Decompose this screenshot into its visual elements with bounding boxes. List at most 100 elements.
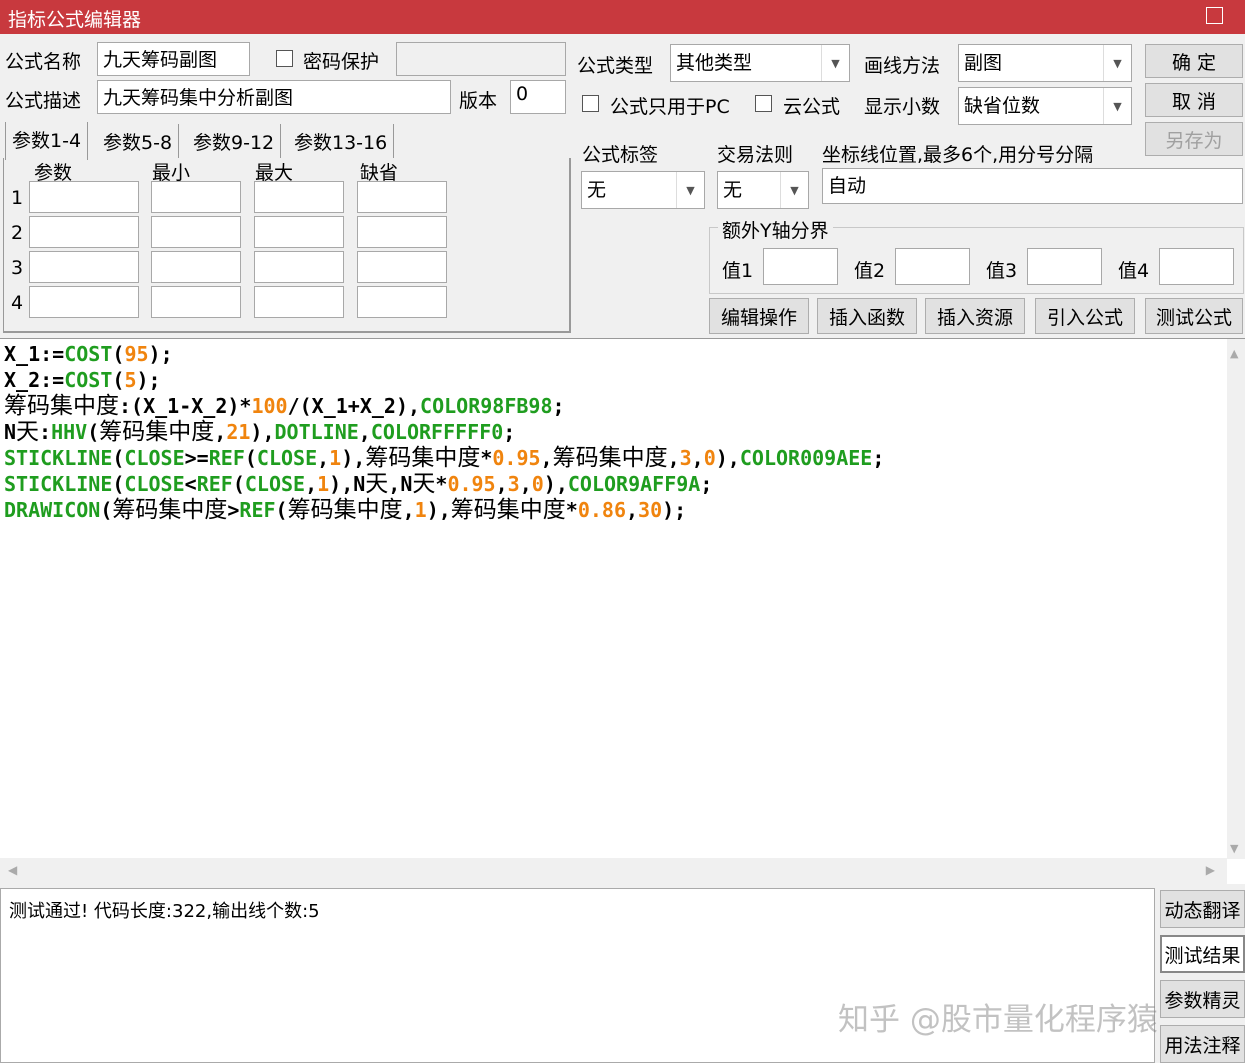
code-line: 筹码集中度:(X_1-X_2)*100/(X_1+X_2),COLOR98FB9… [4, 393, 884, 419]
code-token: , [667, 446, 680, 470]
axis-input[interactable]: 自动 [822, 168, 1243, 204]
code-token: >= [184, 446, 209, 470]
param-input[interactable] [357, 181, 447, 213]
code-token: 1 [329, 446, 342, 470]
arrow-down-icon[interactable]: ▼ [1230, 842, 1238, 855]
cloud-label: 云公式 [783, 96, 841, 118]
save-as-button[interactable]: 另存为 [1145, 122, 1243, 156]
import-formula-button[interactable]: 引入公式 [1035, 298, 1135, 334]
code-token: ), [341, 446, 366, 470]
param-input[interactable] [254, 216, 344, 248]
param-input[interactable] [151, 181, 241, 213]
chevron-down-icon: ▼ [676, 172, 704, 208]
cloud-checkbox[interactable] [755, 95, 772, 112]
code-token: CLOSE [124, 472, 185, 496]
horizontal-scrollbar[interactable]: ◀ ▶ [0, 858, 1227, 884]
param-input[interactable] [357, 286, 447, 318]
code-token: 0.86 [577, 498, 626, 522]
code-token: , [495, 472, 508, 496]
pc-only-checkbox[interactable] [582, 95, 599, 112]
code-token: REF [239, 498, 276, 522]
dynamic-translate-button[interactable]: 动态翻译 [1160, 890, 1245, 928]
draw-select[interactable]: 副图 ▼ [958, 44, 1132, 82]
param-input[interactable] [254, 286, 344, 318]
name-input[interactable]: 九天筹码副图 [97, 42, 250, 76]
test-result-button[interactable]: 测试结果 [1160, 935, 1245, 973]
code-token: COLOR98FB98 [420, 394, 553, 418]
code-line: STICKLINE(CLOSE<REF(CLOSE,1),N天,N天*0.95,… [4, 471, 884, 497]
yaxis-value-input[interactable] [895, 248, 970, 285]
version-label: 版本 [459, 90, 498, 112]
type-select[interactable]: 其他类型 ▼ [670, 44, 850, 82]
ok-button[interactable]: 确 定 [1145, 44, 1243, 78]
insert-function-button[interactable]: 插入函数 [817, 298, 917, 334]
draw-value: 副图 [964, 52, 1003, 74]
chevron-down-icon: ▼ [780, 172, 808, 208]
maximize-button[interactable] [1206, 7, 1223, 24]
code-token: COST [64, 368, 113, 392]
param-input[interactable] [151, 216, 241, 248]
password-label: 密码保护 [303, 51, 380, 73]
code-token: * [435, 472, 448, 496]
code-token: ), [250, 420, 275, 444]
tab-params-9-12[interactable]: 参数9-12 [187, 124, 282, 158]
param-input[interactable] [29, 251, 139, 283]
param-input[interactable] [254, 251, 344, 283]
arrow-left-icon[interactable]: ◀ [8, 863, 17, 877]
param-input[interactable] [357, 251, 447, 283]
tag-value: 无 [587, 179, 607, 201]
param-input[interactable] [151, 286, 241, 318]
param-wizard-button[interactable]: 参数精灵 [1160, 980, 1245, 1018]
code-token: ); [136, 368, 161, 392]
param-row-number: 3 [11, 257, 24, 279]
yaxis-value-input[interactable] [1159, 248, 1234, 285]
code-token: 100 [251, 394, 288, 418]
code-token: ( [275, 498, 288, 522]
desc-input[interactable]: 九天筹码集中分析副图 [97, 80, 451, 114]
password-input[interactable] [396, 42, 566, 76]
code-line: N天:HHV(筹码集中度,21),DOTLINE,COLORFFFFF0; [4, 419, 884, 445]
vertical-scrollbar[interactable]: ▲ ▼ [1227, 339, 1245, 859]
tab-params-13-16[interactable]: 参数13-16 [288, 124, 395, 158]
tab-params-1-4[interactable]: 参数1-4 [5, 122, 89, 160]
desc-label: 公式描述 [5, 90, 82, 112]
arrow-up-icon[interactable]: ▲ [1230, 347, 1238, 360]
code-token: CLOSE [124, 446, 185, 470]
version-input[interactable]: 0 [510, 80, 566, 114]
arrow-right-icon[interactable]: ▶ [1206, 863, 1215, 877]
password-checkbox[interactable] [276, 50, 293, 67]
code-text[interactable]: X_1:=COST(95); X_2:=COST(5); 筹码集中度:(X_1-X_… [4, 341, 884, 523]
code-token: REF [208, 446, 245, 470]
decimal-label: 显示小数 [864, 96, 941, 118]
tag-select[interactable]: 无 ▼ [581, 171, 705, 209]
code-token: , [358, 420, 371, 444]
param-input[interactable] [254, 181, 344, 213]
code-token: : [39, 420, 52, 444]
cancel-button[interactable]: 取 消 [1145, 83, 1243, 117]
decimal-select[interactable]: 缺省位数 ▼ [958, 87, 1132, 125]
param-input[interactable] [29, 181, 139, 213]
yaxis-value-input[interactable] [1027, 248, 1102, 285]
param-input[interactable] [29, 216, 139, 248]
code-token: 0.95 [492, 446, 541, 470]
tab-label: 参数1-4 [12, 130, 82, 152]
yaxis-value-label: 值3 [986, 260, 1018, 282]
test-formula-button[interactable]: 测试公式 [1145, 298, 1243, 334]
edit-ops-button[interactable]: 编辑操作 [709, 298, 809, 334]
chevron-down-icon: ▼ [1103, 88, 1131, 124]
yaxis-value-input[interactable] [763, 248, 838, 285]
code-line: STICKLINE(CLOSE>=REF(CLOSE,1),筹码集中度*0.95… [4, 445, 884, 471]
usage-notes-button[interactable]: 用法注释 [1160, 1025, 1245, 1063]
insert-resource-button[interactable]: 插入资源 [925, 298, 1025, 334]
code-token: 天 [365, 471, 389, 497]
param-input[interactable] [357, 216, 447, 248]
rule-select[interactable]: 无 ▼ [717, 171, 809, 209]
code-token: 5 [124, 368, 137, 392]
code-token: 筹码集中度 [4, 393, 119, 419]
param-input[interactable] [29, 286, 139, 318]
code-token: * [480, 446, 493, 470]
tab-params-5-8[interactable]: 参数5-8 [97, 124, 180, 158]
param-input[interactable] [151, 251, 241, 283]
code-editor[interactable]: X_1:=COST(95); X_2:=COST(5); 筹码集中度:(X_1-X_… [0, 338, 1245, 884]
code-token: > [227, 498, 240, 522]
